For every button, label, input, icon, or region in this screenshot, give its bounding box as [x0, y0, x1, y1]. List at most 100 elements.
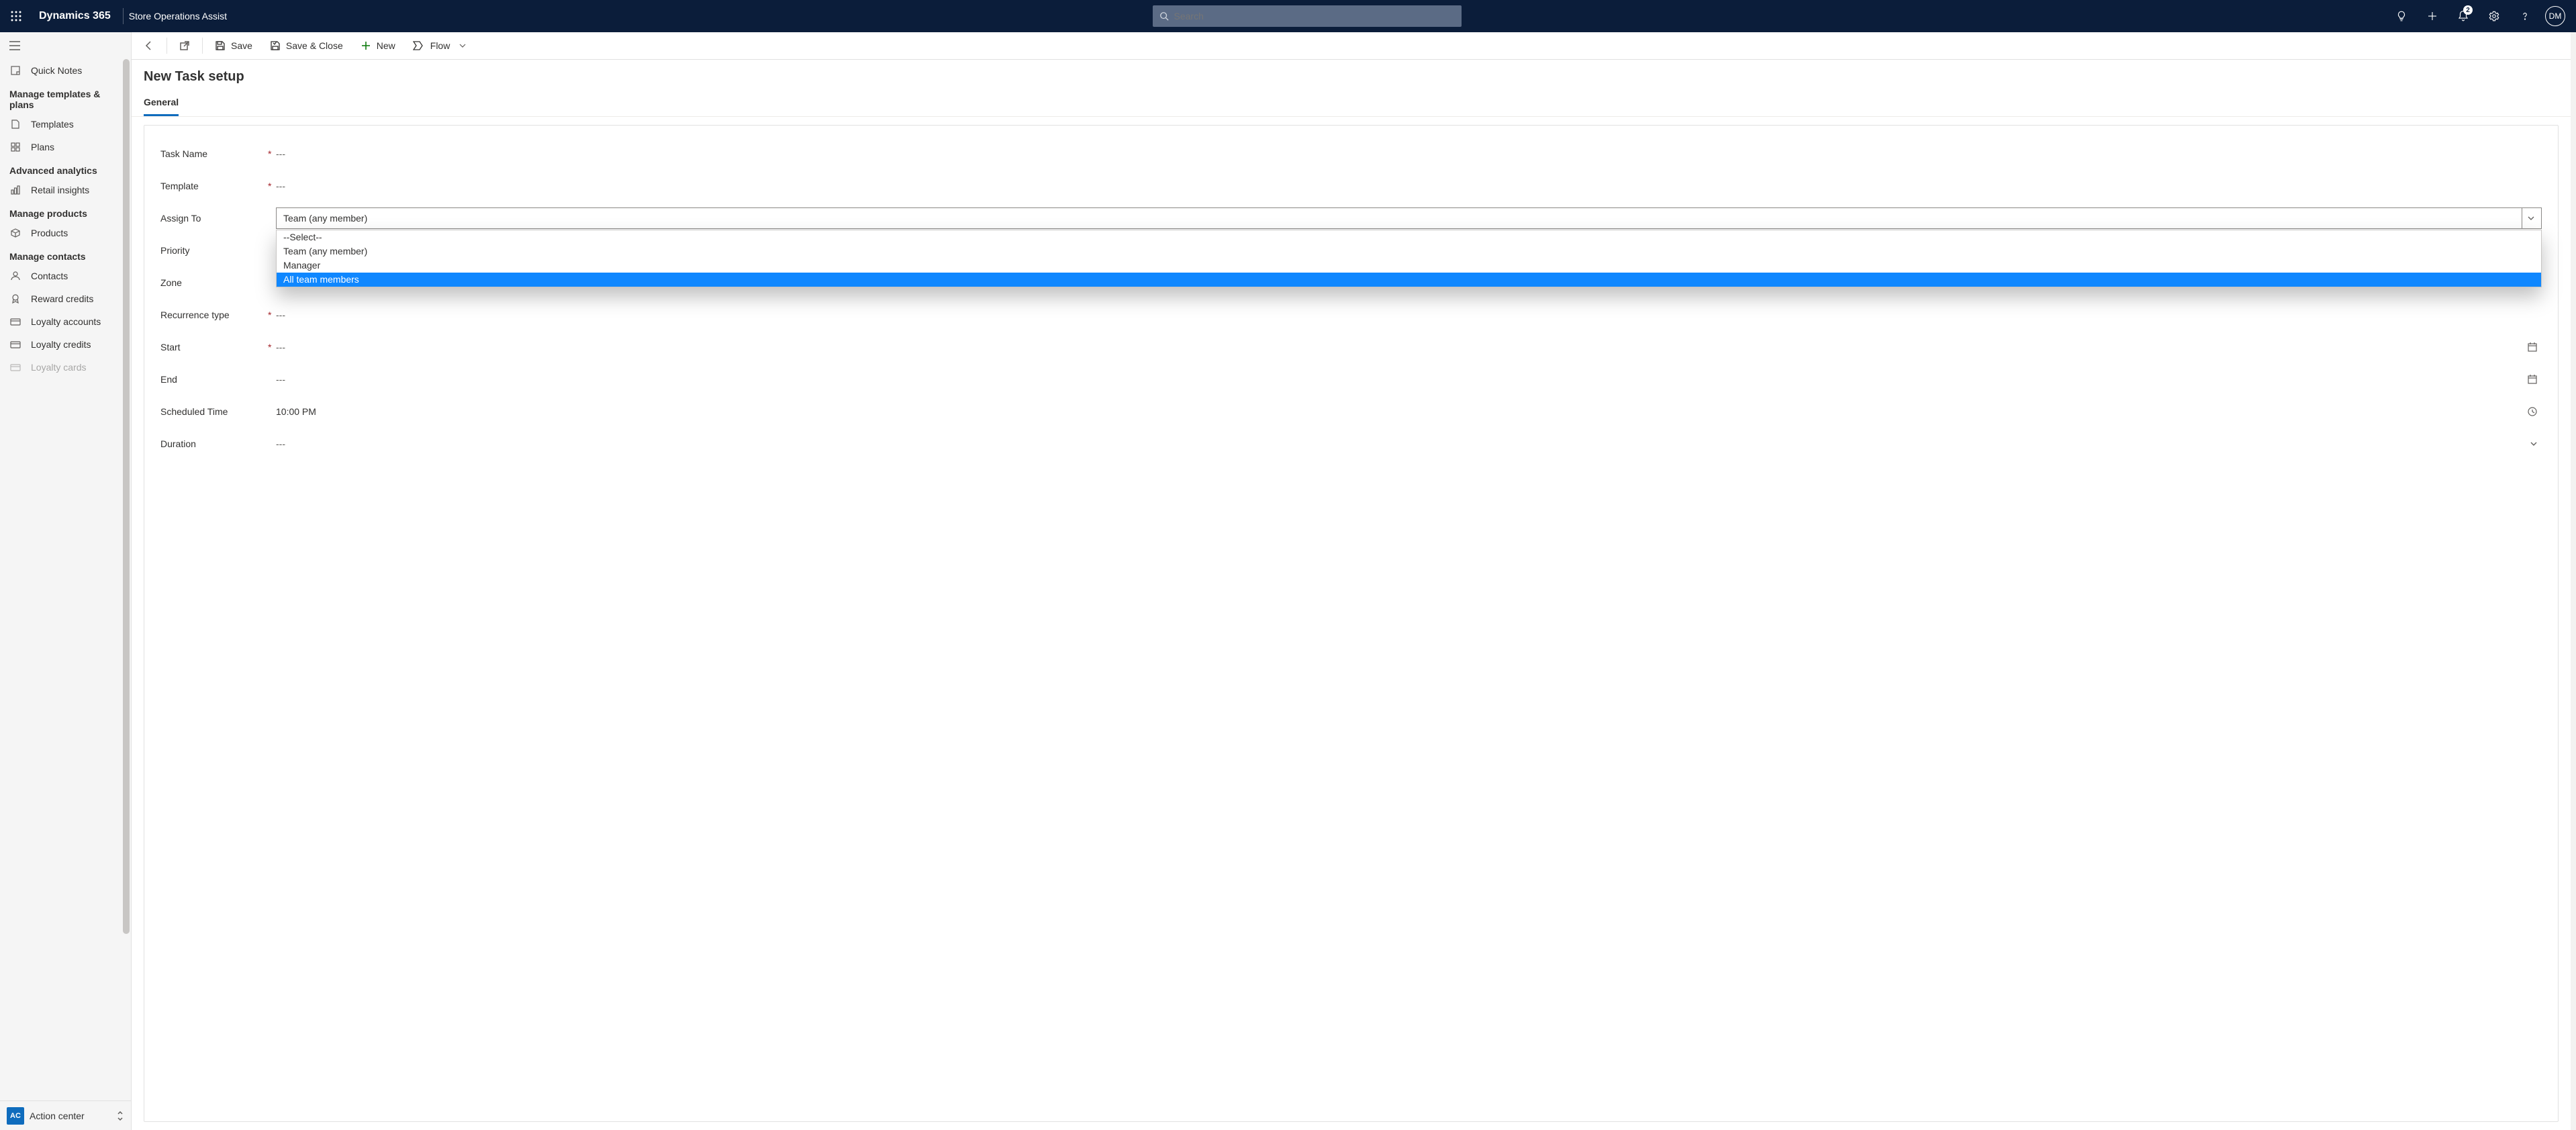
duration-input[interactable]: --- [276, 438, 2542, 449]
select-option[interactable]: Manager [277, 258, 2541, 273]
save-icon [215, 40, 226, 51]
sidebar-group: Manage templates & plans [0, 82, 131, 113]
chevron-down-icon [459, 42, 466, 49]
global-header: Dynamics 365 Store Operations Assist 2 D… [0, 0, 2576, 32]
calendar-icon[interactable] [2527, 342, 2542, 352]
calendar-icon[interactable] [2527, 374, 2542, 385]
grid-icon [9, 142, 21, 152]
card-icon [9, 362, 21, 373]
field-start: Start * --- [160, 331, 2542, 363]
assign-to-select[interactable]: Team (any member) [276, 207, 2542, 229]
flow-button[interactable]: Flow [405, 32, 475, 59]
command-bar: Save Save & Close New Flow [132, 32, 2571, 60]
search-input[interactable] [1174, 11, 1455, 21]
sidebar-item-label: Plans [31, 142, 54, 152]
card-icon [9, 316, 21, 327]
award-icon [9, 293, 21, 304]
lightbulb-icon [2395, 10, 2407, 22]
notification-badge: 2 [2463, 5, 2473, 15]
notifications-button[interactable]: 2 [2448, 0, 2478, 32]
sidebar-item[interactable]: Loyalty accounts [0, 310, 131, 333]
task-name-input[interactable]: --- [276, 148, 2542, 159]
back-button[interactable] [136, 32, 162, 59]
scheduled-time-input[interactable]: 10:00 PM [276, 406, 2542, 417]
user-avatar[interactable]: DM [2545, 6, 2565, 26]
card-icon [9, 339, 21, 350]
sidebar-item-label: Retail insights [31, 185, 89, 195]
sidebar-group: Advanced analytics [0, 158, 131, 179]
field-template: Template * --- [160, 170, 2542, 202]
tab-list: General [132, 93, 2571, 117]
template-icon [9, 119, 21, 130]
app-launcher-button[interactable] [0, 11, 32, 21]
share-icon [179, 40, 190, 51]
sidebar-switcher[interactable] [116, 1111, 124, 1121]
sidebar-group: Manage products [0, 201, 131, 222]
sidebar-item[interactable]: Plans [0, 136, 131, 158]
clock-icon[interactable] [2527, 406, 2542, 417]
sidebar-item-label: Quick Notes [31, 65, 82, 76]
lightbulb-button[interactable] [2387, 0, 2416, 32]
content-area: Save Save & Close New Flow New Task setu… [132, 32, 2576, 1130]
person-icon [9, 271, 21, 281]
sidebar-item[interactable]: Reward credits [0, 287, 131, 310]
field-duration: Duration --- [160, 428, 2542, 460]
sidebar-item[interactable]: Retail insights [0, 179, 131, 201]
hamburger-icon [9, 41, 20, 50]
assign-to-dropdown: --Select--Team (any member)ManagerAll te… [276, 230, 2542, 287]
field-recurrence: Recurrence type * --- [160, 299, 2542, 331]
select-chevron[interactable] [2522, 208, 2534, 228]
sidebar-item[interactable]: Quick Notes [0, 59, 131, 82]
add-button[interactable] [2418, 0, 2447, 32]
box-icon [9, 228, 21, 238]
action-center-badge: AC [7, 1107, 24, 1125]
tab-general[interactable]: General [144, 93, 179, 116]
plus-icon [361, 40, 371, 51]
chevron-down-icon[interactable] [2530, 440, 2542, 448]
field-assign-to: Assign To Team (any member) --Select--Te… [160, 202, 2542, 234]
field-scheduled-time: Scheduled Time 10:00 PM [160, 395, 2542, 428]
sidebar-item[interactable]: Products [0, 222, 131, 244]
back-arrow-icon [144, 40, 154, 51]
plus-icon [2426, 10, 2438, 22]
sidebar-item-label: Products [31, 228, 68, 238]
select-option[interactable]: Team (any member) [277, 244, 2541, 258]
share-button[interactable] [171, 32, 198, 59]
field-task-name: Task Name * --- [160, 138, 2542, 170]
global-search[interactable] [1153, 5, 1462, 27]
action-center-label: Action center [30, 1111, 111, 1121]
waffle-icon [11, 11, 21, 21]
field-end: End --- [160, 363, 2542, 395]
settings-button[interactable] [2479, 0, 2509, 32]
brand-label[interactable]: Dynamics 365 [32, 10, 117, 22]
gear-icon [2488, 10, 2500, 22]
start-input[interactable]: --- [276, 342, 2542, 352]
sidebar-item-label: Templates [31, 119, 74, 130]
template-input[interactable]: --- [276, 181, 2542, 191]
chevron-down-icon [2528, 215, 2534, 222]
sidebar-scrollbar[interactable] [123, 59, 130, 1076]
sidebar-footer[interactable]: AC Action center [0, 1100, 131, 1130]
chevron-updown-icon [116, 1111, 124, 1121]
save-close-icon [270, 40, 281, 51]
end-input[interactable]: --- [276, 374, 2542, 385]
sidebar-item-label: Reward credits [31, 293, 93, 304]
recurrence-input[interactable]: --- [276, 310, 2542, 320]
help-button[interactable] [2510, 0, 2540, 32]
new-button[interactable]: New [352, 32, 403, 59]
sidebar-toggle[interactable] [0, 32, 131, 59]
sidebar-item-label: Loyalty cards [31, 362, 86, 373]
app-name-label[interactable]: Store Operations Assist [129, 11, 227, 21]
sidebar-item[interactable]: Loyalty credits [0, 333, 131, 356]
sidebar-item[interactable]: Contacts [0, 265, 131, 287]
flow-icon [413, 41, 425, 50]
save-close-button[interactable]: Save & Close [262, 32, 351, 59]
sidebar-item[interactable]: Templates [0, 113, 131, 136]
sidebar-item-label: Loyalty accounts [31, 316, 101, 327]
header-divider [123, 8, 124, 24]
sidebar-item[interactable]: Loyalty cards [0, 356, 131, 379]
page-title: New Task setup [144, 69, 2559, 85]
save-button[interactable]: Save [207, 32, 260, 59]
select-option[interactable]: --Select-- [277, 230, 2541, 244]
select-option[interactable]: All team members [277, 273, 2541, 287]
